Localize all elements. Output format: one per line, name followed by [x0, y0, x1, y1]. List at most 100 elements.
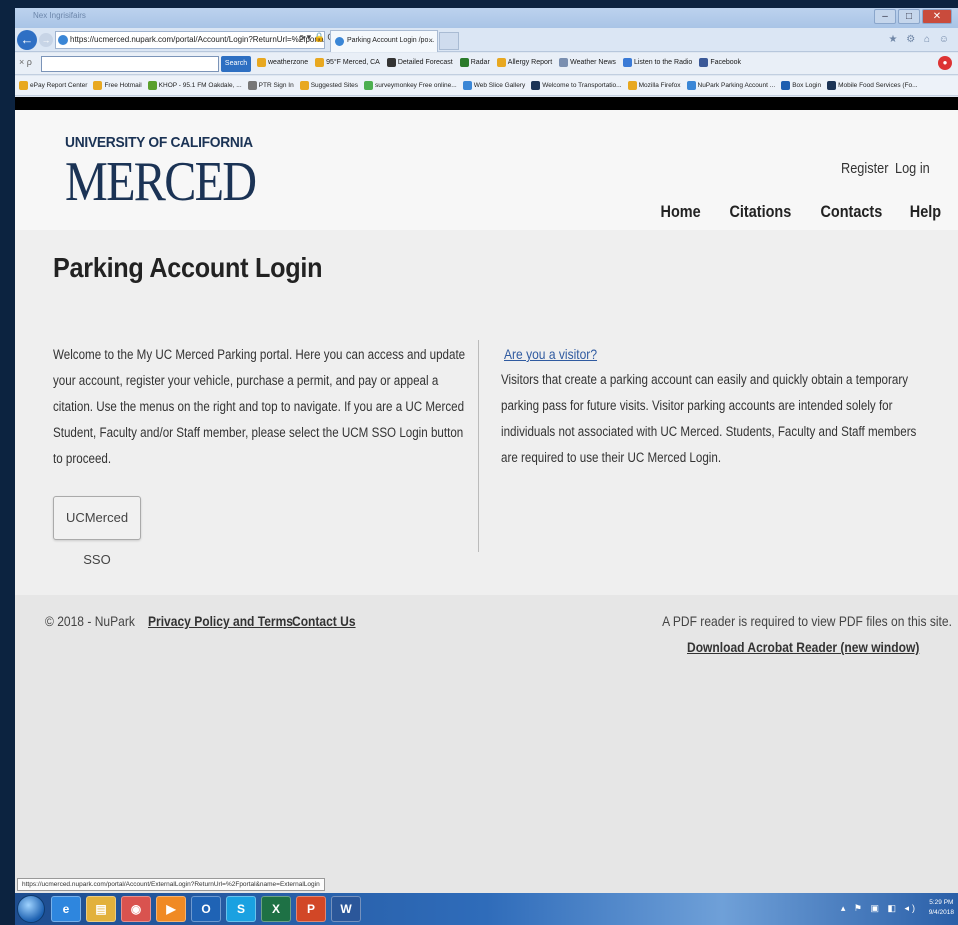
- favorite-item[interactable]: PTR Sign In: [247, 81, 294, 90]
- toolbar-item-label: Listen to the Radio: [633, 59, 693, 66]
- register-link[interactable]: Register: [841, 160, 888, 177]
- page-top-bar: [15, 97, 958, 110]
- favorite-label: Welcome to Transportatio...: [542, 82, 622, 89]
- favorite-label: Mozilla Firefox: [638, 82, 681, 89]
- nav-citations[interactable]: Citations: [729, 202, 791, 222]
- minimize-button[interactable]: –: [874, 9, 896, 24]
- visitor-text: Visitors that create a parking account c…: [501, 372, 917, 465]
- clock-date: 9/4/2018: [928, 909, 954, 916]
- maximize-button[interactable]: □: [898, 9, 920, 24]
- toolbar-item[interactable]: weatherzone: [257, 58, 308, 67]
- favorite-item[interactable]: ePay Report Center: [19, 81, 87, 90]
- toolbar-item-label: weatherzone: [268, 59, 309, 66]
- toolbar-item[interactable]: Radar: [459, 58, 490, 67]
- toolbar-item[interactable]: 95°F Merced, CA: [315, 58, 380, 67]
- favorite-label: NuPark Parking Account ...: [697, 82, 776, 89]
- nav-help[interactable]: Help: [910, 202, 941, 222]
- toolbar-alert-icon[interactable]: ●: [938, 56, 952, 70]
- favorite-item[interactable]: Mozilla Firefox: [627, 81, 681, 90]
- taskbar-chrome-icon[interactable]: ◉: [121, 896, 151, 922]
- clock-time: 5:29 PM: [929, 899, 954, 906]
- forward-button[interactable]: →: [39, 33, 53, 47]
- contact-us-link[interactable]: Contact Us: [292, 613, 356, 629]
- logo-merced-text[interactable]: MERCED: [65, 154, 257, 210]
- taskbar-media-icon[interactable]: ▶: [156, 896, 186, 922]
- browser-tool-icons[interactable]: ★ ⚙ ⌂ ☺: [888, 34, 952, 45]
- taskbar-powerpoint-icon[interactable]: P: [296, 896, 326, 922]
- taskbar-ie-icon[interactable]: e: [51, 896, 81, 922]
- favorite-item[interactable]: Box Login: [781, 81, 821, 90]
- favorite-icon: [827, 81, 837, 90]
- toolbar-close-icon[interactable]: × ρ: [19, 57, 32, 67]
- favorite-item[interactable]: Suggested Sites: [299, 81, 358, 90]
- browser-tab-active[interactable]: Parking Account Login /po... ×: [330, 30, 438, 52]
- visitor-link[interactable]: Are you a visitor?: [504, 346, 597, 362]
- favorite-item[interactable]: surveymonkey Free online...: [364, 81, 457, 90]
- nav-home[interactable]: Home: [661, 202, 701, 222]
- toolbar-item-icon: [622, 58, 632, 67]
- nav-contacts[interactable]: Contacts: [821, 202, 883, 222]
- column-divider: [478, 340, 479, 552]
- toolbar-search-input[interactable]: [41, 56, 219, 72]
- taskbar: e ▤ ◉ ▶ O S X P W ▴ ⚑ ▣ ◧ ◂) 5:29 PM 9/4/2018: [15, 893, 958, 925]
- start-button[interactable]: [17, 895, 45, 923]
- toolbar-item-icon: [315, 58, 325, 67]
- favorites-list: ePay Report Center Free Hotmail KHOP - 95.…: [19, 81, 918, 90]
- address-tools[interactable]: ρ ▾ 🔒 C: [299, 32, 334, 43]
- favorite-icon: [531, 81, 541, 90]
- copyright-text: © 2018 - NuPark: [45, 613, 135, 629]
- taskbar-outlook-icon[interactable]: O: [191, 896, 221, 922]
- system-tray-icons[interactable]: ▴ ⚑ ▣ ◧ ◂): [841, 903, 918, 914]
- favorite-icon: [247, 81, 257, 90]
- sso-login-button[interactable]: UCMerced SSO: [53, 496, 141, 567]
- toolbar-item[interactable]: Weather News: [559, 58, 616, 67]
- favorite-item[interactable]: Web Slice Gallery: [462, 81, 525, 90]
- favorite-item[interactable]: Free Hotmail: [93, 81, 142, 90]
- tab-favicon-icon: [335, 37, 344, 46]
- toolbar-item[interactable]: Detailed Forecast: [386, 58, 453, 67]
- taskbar-word-icon[interactable]: W: [331, 896, 361, 922]
- tab-close-icon[interactable]: ×: [428, 31, 433, 51]
- favorite-icon: [364, 81, 374, 90]
- back-button[interactable]: ←: [17, 30, 37, 50]
- status-url: https://ucmerced.nupark.com/portal/Accou…: [17, 878, 325, 891]
- favorite-item[interactable]: NuPark Parking Account ...: [686, 81, 776, 90]
- taskbar-clock[interactable]: 5:29 PM 9/4/2018: [929, 898, 954, 918]
- taskbar-skype-icon[interactable]: S: [226, 896, 256, 922]
- new-tab-button[interactable]: [439, 32, 459, 50]
- toolbar-item[interactable]: Allergy Report: [496, 58, 552, 67]
- address-bar[interactable]: https://ucmerced.nupark.com/portal/Accou…: [55, 31, 325, 49]
- favorite-icon: [147, 81, 157, 90]
- close-window-button[interactable]: ✕: [922, 9, 952, 24]
- taskbar-apps: e ▤ ◉ ▶ O S X P W: [51, 896, 361, 922]
- privacy-policy-link[interactable]: Privacy Policy and Terms: [148, 613, 293, 629]
- toolbar-item-label: Radar: [470, 59, 490, 66]
- welcome-text: Welcome to the My UC Merced Parking port…: [53, 347, 466, 466]
- pdf-reader-note: A PDF reader is required to view PDF fil…: [662, 613, 952, 629]
- toolbar-item-label: 95°F Merced, CA: [326, 59, 380, 66]
- favorite-item[interactable]: KHOP - 95.1 FM Oakdale, ...: [147, 81, 242, 90]
- toolbar-search-button[interactable]: Search: [221, 56, 251, 72]
- toolbar-item[interactable]: Listen to the Radio: [622, 58, 693, 67]
- page-favicon-icon: [58, 35, 68, 45]
- site-footer: © 2018 - NuPark Privacy Policy and Terms…: [15, 595, 958, 877]
- browser-statusbar: https://ucmerced.nupark.com/portal/Accou…: [15, 876, 958, 893]
- toolbar-item-icon: [386, 58, 396, 67]
- browser-nav-row: ← → https://ucmerced.nupark.com/portal/A…: [15, 28, 958, 52]
- taskbar-excel-icon[interactable]: X: [261, 896, 291, 922]
- screen-frame: Nex Ingrisifairs – □ ✕ ← → https://ucmer…: [15, 8, 958, 925]
- toolbar-item-icon: [699, 58, 709, 67]
- toolbar-item-icon: [459, 58, 469, 67]
- favorite-label: Box Login: [792, 82, 822, 89]
- login-link[interactable]: Log in: [895, 160, 930, 177]
- favorite-label: PTR Sign In: [258, 82, 294, 89]
- download-acrobat-link[interactable]: Download Acrobat Reader (new window): [687, 639, 919, 655]
- logo-university-text[interactable]: UNIVERSITY OF CALIFORNIA: [65, 134, 253, 151]
- favorite-item[interactable]: Mobile Food Services (Fo...: [827, 81, 918, 90]
- favorite-label: Free Hotmail: [104, 82, 142, 89]
- toolbar-item[interactable]: Facebook: [699, 58, 741, 67]
- main-nav: Home Citations Contacts Help: [657, 202, 944, 222]
- taskbar-explorer-icon[interactable]: ▤: [86, 896, 116, 922]
- favorite-icon: [781, 81, 791, 90]
- favorite-item[interactable]: Welcome to Transportatio...: [531, 81, 622, 90]
